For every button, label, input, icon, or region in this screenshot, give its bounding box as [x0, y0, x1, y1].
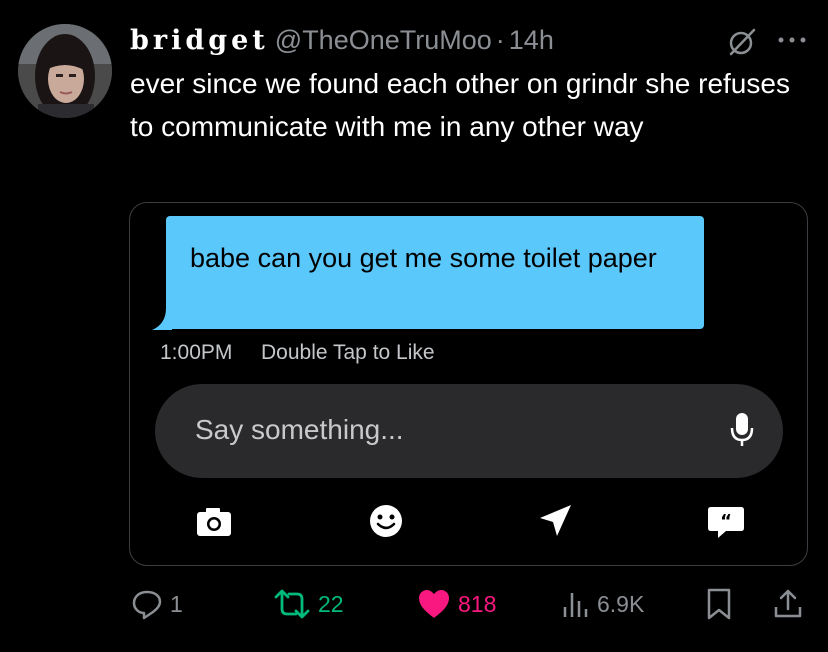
location-arrow-icon	[540, 505, 571, 536]
tweet-time[interactable]: 14h	[509, 25, 554, 56]
repost-icon	[274, 589, 310, 619]
quote-bubble-icon: “	[708, 507, 744, 538]
avatar-photo	[18, 24, 112, 118]
svg-text:“: “	[720, 511, 732, 532]
reply-icon	[132, 590, 162, 620]
repost-count: 22	[318, 590, 344, 617]
smiley-icon	[370, 505, 402, 537]
avatar[interactable]	[18, 24, 112, 118]
like-button[interactable]: 818	[416, 584, 496, 624]
reply-button[interactable]: 1	[130, 584, 183, 624]
heart-icon	[419, 590, 449, 618]
like-count: 818	[458, 590, 497, 617]
dot-separator: ·	[495, 24, 505, 55]
double-tap-hint: Double Tap to Like	[261, 341, 435, 364]
share-icon	[774, 589, 802, 618]
message-bubble: babe can you get me some toilet paper	[166, 216, 704, 329]
camera-icon	[197, 508, 231, 536]
bookmark-button[interactable]	[704, 584, 734, 624]
tweet-text: ever since we found each other on grindr…	[130, 68, 790, 142]
bookmark-icon	[707, 588, 731, 620]
microphone-icon	[730, 413, 754, 446]
message-time: 1:00PM	[160, 341, 233, 364]
compose-placeholder: Say something...	[195, 414, 404, 445]
views-chart-icon	[563, 593, 588, 617]
share-button[interactable]	[772, 584, 804, 624]
compose-input: Say something...	[155, 384, 783, 478]
more-options-icon[interactable]	[776, 34, 808, 46]
display-name[interactable]: bridget	[130, 25, 269, 56]
action-bar: 1 22 818 6.9K	[0, 584, 828, 624]
views-count: 6.9K	[597, 590, 645, 617]
reply-count: 1	[170, 590, 183, 617]
views-button[interactable]: 6.9K	[561, 584, 644, 624]
repost-button[interactable]: 22	[272, 584, 344, 624]
grok-icon[interactable]	[727, 27, 757, 57]
user-handle[interactable]: @TheOneTruMoo	[275, 25, 492, 56]
message-text: babe can you get me some toilet paper	[190, 243, 657, 273]
media-card[interactable]: babe can you get me some toilet paper 1:…	[129, 202, 808, 566]
tweet-header: bridget @TheOneTruMoo · 14h	[130, 22, 554, 58]
